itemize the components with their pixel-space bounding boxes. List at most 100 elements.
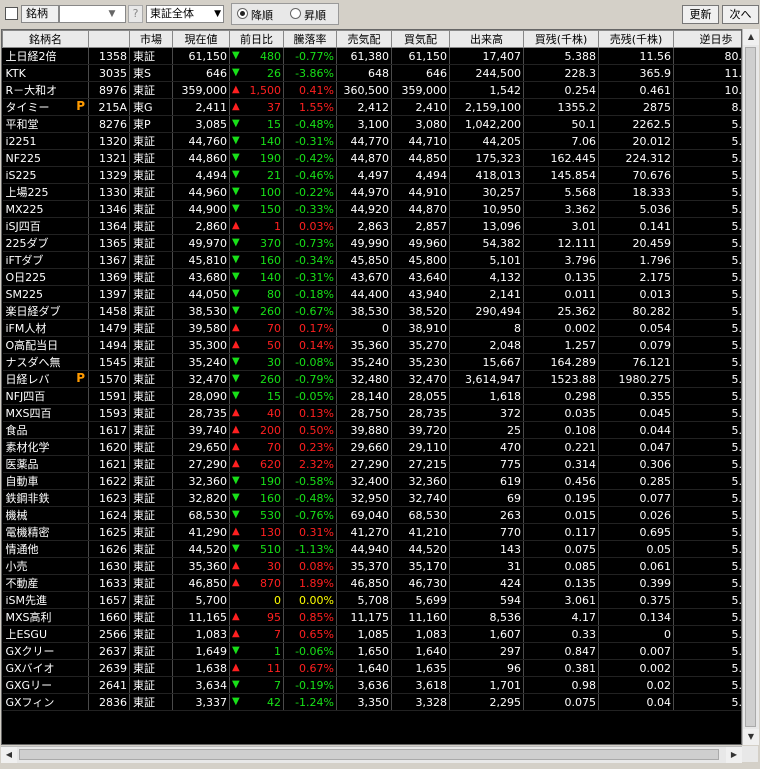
stock-name-cell[interactable]: 上場225 xyxy=(2,183,89,201)
table-row[interactable]: 上ESGU 2566 東証 1,083 ▲ 7 0.65% 1,085 1,083 1,607 0.… xyxy=(2,625,741,643)
table-row[interactable]: 食品 1617 東証 39,740 ▲ 200 0.50% 39,880 39,720 25 0.1… xyxy=(2,421,741,439)
table-row[interactable]: O高配当日 1494 東証 35,300 ▲ 50 0.14% 35,360 35,270 2,0… xyxy=(2,336,741,354)
stock-name-cell[interactable]: 上ESGU xyxy=(2,625,89,643)
table-row[interactable]: SM225 1397 東証 44,050 ▼ 80 -0.18% 44,400 43,940 2,… xyxy=(2,285,741,303)
stock-name-cell[interactable]: 不動産 xyxy=(2,574,89,592)
table-row[interactable]: 楽日経ダブ 1458 東証 38,530 ▼ 260 -0.67% 38,530 38,520 2… xyxy=(2,302,741,320)
table-row[interactable]: KTK 3035 東S 646 ▼ 26 -3.86% 648 646 244,500 228.3 3… xyxy=(2,64,741,82)
select-all-checkbox[interactable] xyxy=(5,7,18,20)
table-row[interactable]: 鉄鋼非鉄 1623 東証 32,820 ▼ 160 -0.48% 32,950 32,740 69… xyxy=(2,489,741,507)
stock-name-cell[interactable]: i2251 xyxy=(2,132,89,150)
table-row[interactable]: 機械 1624 東証 68,530 ▼ 530 -0.76% 69,040 68,530 263 0… xyxy=(2,506,741,524)
stock-name-cell[interactable]: 上日経2倍 xyxy=(2,47,89,65)
col-header-sell-remain[interactable]: 売残(千株) xyxy=(598,30,674,48)
scroll-right-icon[interactable]: ▶ xyxy=(726,747,742,763)
scroll-up-icon[interactable]: ▲ xyxy=(743,29,759,45)
stock-name-cell[interactable]: GXクリー xyxy=(2,642,89,660)
table-row[interactable]: i2251 1320 東証 44,760 ▼ 140 -0.31% 44,770 44,710 4… xyxy=(2,132,741,150)
stock-name-cell[interactable]: iS225 xyxy=(2,166,89,184)
table-row[interactable]: P タイミー 215A 東G 2,411 ▲ 37 1.55% 2,412 2,410 2,159,… xyxy=(2,98,741,116)
horizontal-scroll-thumb[interactable] xyxy=(19,749,719,760)
stock-name-cell[interactable]: 機械 xyxy=(2,506,89,524)
table-row[interactable]: iFM人材 1479 東証 39,580 ▲ 70 0.17% 0 38,910 8 0.002 0.… xyxy=(2,319,741,337)
stock-name-cell[interactable]: O高配当日 xyxy=(2,336,89,354)
table-row[interactable]: 225ダブ 1365 東証 49,970 ▼ 370 -0.73% 49,990 49,960 5… xyxy=(2,234,741,252)
stock-name-cell[interactable]: iSM先進 xyxy=(2,591,89,609)
stock-name-cell[interactable]: 医薬品 xyxy=(2,455,89,473)
col-header-ask[interactable]: 売気配 xyxy=(336,30,392,48)
stock-name-cell[interactable]: MXS高利 xyxy=(2,608,89,626)
stock-name-cell[interactable]: 電機精密 xyxy=(2,523,89,541)
table-row[interactable]: MX225 1346 東証 44,900 ▼ 150 -0.33% 44,920 44,870 1… xyxy=(2,200,741,218)
col-header-market[interactable]: 市場 xyxy=(129,30,173,48)
table-row[interactable]: 電機精密 1625 東証 41,290 ▲ 130 0.31% 41,270 41,210 770… xyxy=(2,523,741,541)
stock-name-cell[interactable]: NFJ四百 xyxy=(2,387,89,405)
stock-name-cell[interactable]: MXS四百 xyxy=(2,404,89,422)
table-row[interactable]: GXクリー 2637 東証 1,649 ▼ 1 -0.06% 1,650 1,640 297 0.8… xyxy=(2,642,741,660)
table-row[interactable]: P 日経レバ 1570 東証 32,470 ▼ 260 -0.79% 32,480 32,470 3… xyxy=(2,370,741,388)
stock-name-cell[interactable]: ナスダへ無 xyxy=(2,353,89,371)
stock-name-cell[interactable]: NF225 xyxy=(2,149,89,167)
stock-name-cell[interactable]: P 日経レバ xyxy=(2,370,89,388)
table-row[interactable]: iSM先進 1657 東証 5,700 0 0.00% 5,708 5,699 594 3.061… xyxy=(2,591,741,609)
sort-asc-radio[interactable] xyxy=(290,8,301,19)
market-select[interactable]: 東証全体 ▼ xyxy=(146,5,224,23)
horizontal-scrollbar[interactable]: ◀ ▶ xyxy=(1,746,742,763)
next-page-button[interactable]: 次へ xyxy=(722,5,759,24)
stock-name-cell[interactable]: 鉄鋼非鉄 xyxy=(2,489,89,507)
table-row[interactable]: NFJ四百 1591 東証 28,090 ▼ 15 -0.05% 28,140 28,055 1,… xyxy=(2,387,741,405)
stock-name-cell[interactable]: 食品 xyxy=(2,421,89,439)
col-header-code[interactable] xyxy=(88,30,130,48)
stock-name-cell[interactable]: GXフィン xyxy=(2,693,89,711)
stock-name-cell[interactable]: 楽日経ダブ xyxy=(2,302,89,320)
scroll-left-icon[interactable]: ◀ xyxy=(1,747,17,763)
table-row[interactable]: GXGリー 2641 東証 3,634 ▼ 7 -0.19% 3,636 3,618 1,701 0… xyxy=(2,676,741,694)
stock-name-cell[interactable]: KTK xyxy=(2,64,89,82)
table-row[interactable]: 医薬品 1621 東証 27,290 ▲ 620 2.32% 27,290 27,215 775 0… xyxy=(2,455,741,473)
help-button[interactable]: ? xyxy=(128,5,143,23)
table-row[interactable]: ナスダへ無 1545 東証 35,240 ▼ 30 -0.08% 35,240 35,230 15… xyxy=(2,353,741,371)
stock-name-cell[interactable]: P タイミー xyxy=(2,98,89,116)
stock-name-cell[interactable]: 225ダブ xyxy=(2,234,89,252)
table-row[interactable]: 自動車 1622 東証 32,360 ▼ 190 -0.58% 32,400 32,360 619… xyxy=(2,472,741,490)
table-row[interactable]: R－大和オ 8976 東証 359,000 ▲ 1,500 0.41% 360,500 359,… xyxy=(2,81,741,99)
stock-name-cell[interactable]: MX225 xyxy=(2,200,89,218)
col-header-volume[interactable]: 出来高 xyxy=(449,30,524,48)
table-row[interactable]: 上場225 1330 東証 44,960 ▼ 100 -0.22% 44,970 44,910 3… xyxy=(2,183,741,201)
stock-name-cell[interactable]: GXGリー xyxy=(2,676,89,694)
stock-name-cell[interactable]: R－大和オ xyxy=(2,81,89,99)
table-row[interactable]: GXバイオ 2639 東証 1,638 ▲ 11 0.67% 1,640 1,635 96 0.38… xyxy=(2,659,741,677)
table-row[interactable]: GXフィン 2836 東証 3,337 ▼ 42 -1.24% 3,350 3,328 2,295… xyxy=(2,693,741,711)
table-row[interactable]: 不動産 1633 東証 46,850 ▲ 870 1.89% 46,850 46,730 424 0… xyxy=(2,574,741,592)
table-row[interactable]: 平和堂 8276 東P 3,085 ▼ 15 -0.48% 3,100 3,080 1,042,2… xyxy=(2,115,741,133)
stock-name-cell[interactable]: iFM人材 xyxy=(2,319,89,337)
col-header-rate[interactable]: 騰落率 xyxy=(283,30,337,48)
stock-name-cell[interactable]: 小売 xyxy=(2,557,89,575)
chevron-down-icon[interactable]: ▼ xyxy=(100,6,124,22)
stock-name-cell[interactable]: iFTダブ xyxy=(2,251,89,269)
stock-name-cell[interactable]: 情通他 xyxy=(2,540,89,558)
stock-name-cell[interactable]: 平和堂 xyxy=(2,115,89,133)
table-row[interactable]: 素材化学 1620 東証 29,650 ▲ 70 0.23% 29,660 29,110 470 0… xyxy=(2,438,741,456)
table-row[interactable]: MXS高利 1660 東証 11,165 ▲ 95 0.85% 11,175 11,160 8,5… xyxy=(2,608,741,626)
sort-desc-radio[interactable] xyxy=(237,8,248,19)
table-row[interactable]: 情通他 1626 東証 44,520 ▼ 510 -1.13% 44,940 44,520 143… xyxy=(2,540,741,558)
refresh-button[interactable]: 更新 xyxy=(682,5,719,24)
table-row[interactable]: MXS四百 1593 東証 28,735 ▲ 40 0.13% 28,750 28,735 372… xyxy=(2,404,741,422)
stock-name-cell[interactable]: O日225 xyxy=(2,268,89,286)
vertical-scroll-thumb[interactable] xyxy=(745,47,756,727)
col-header-change[interactable]: 前日比 xyxy=(229,30,284,48)
col-header-bid[interactable]: 買気配 xyxy=(391,30,450,48)
table-row[interactable]: 小売 1630 東証 35,360 ▲ 30 0.08% 35,370 35,170 31 0.08… xyxy=(2,557,741,575)
col-header-gyakuhibu[interactable]: 逆日歩 xyxy=(673,30,741,48)
table-row[interactable]: 上日経2倍 1358 東証 61,150 ▼ 480 -0.77% 61,380 61,150 1… xyxy=(2,47,741,65)
table-row[interactable]: iSJ四百 1364 東証 2,860 ▲ 1 0.03% 2,863 2,857 13,096 3… xyxy=(2,217,741,235)
stock-name-cell[interactable]: 素材化学 xyxy=(2,438,89,456)
stock-name-cell[interactable]: 自動車 xyxy=(2,472,89,490)
table-row[interactable]: NF225 1321 東証 44,860 ▼ 190 -0.42% 44,870 44,850 1… xyxy=(2,149,741,167)
vertical-scrollbar[interactable]: ▲ ▼ xyxy=(742,29,759,745)
stock-name-cell[interactable]: GXバイオ xyxy=(2,659,89,677)
table-row[interactable]: O日225 1369 東証 43,680 ▼ 140 -0.31% 43,670 43,640 4… xyxy=(2,268,741,286)
col-header-name[interactable]: 銘柄名 xyxy=(2,30,89,48)
stock-name-cell[interactable]: SM225 xyxy=(2,285,89,303)
